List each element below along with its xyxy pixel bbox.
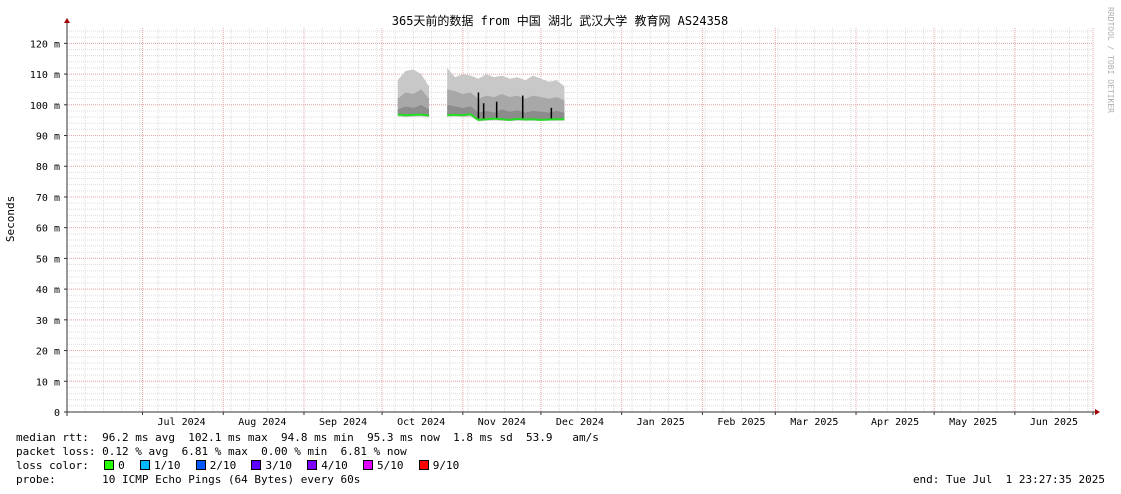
legend-median-row: median rtt: 96.2 ms avg 102.1 ms max 94.… bbox=[16, 431, 599, 445]
y-tick-label: 20 m bbox=[36, 347, 60, 358]
major-grid bbox=[67, 28, 1094, 412]
legend-loss-color-row: loss color: 0 1/10 2/10 3/10 4/10 5/10 9… bbox=[16, 459, 472, 473]
loss-color-swatch bbox=[307, 460, 318, 470]
latency-chart: 365天前的数据 from 中国 湖北 武汉大学 教育网 AS24358 Sec… bbox=[4, 7, 1115, 428]
y-tick-label: 100 m bbox=[30, 101, 60, 112]
y-tick-label: 50 m bbox=[36, 254, 60, 265]
y-tick-label: 90 m bbox=[36, 132, 60, 143]
rtt-distribution-bands bbox=[397, 67, 565, 122]
y-tick-label: 30 m bbox=[36, 316, 60, 327]
x-tick-label: Oct 2024 bbox=[397, 417, 445, 428]
x-tick-label: Jun 2025 bbox=[1030, 417, 1078, 428]
y-tick-label: 120 m bbox=[30, 39, 60, 50]
loss-color-swatch bbox=[362, 460, 373, 470]
y-tick-label: 110 m bbox=[30, 70, 60, 81]
y-tick-label: 40 m bbox=[36, 285, 60, 296]
median-now: 95.3 ms now bbox=[367, 431, 440, 444]
median-amps: 53.9 am/s bbox=[526, 431, 599, 444]
loss-color-items: 0 1/10 2/10 3/10 4/10 5/10 9/10 bbox=[102, 459, 472, 472]
x-tick-label: Sep 2024 bbox=[319, 417, 367, 428]
loss-max: 6.81 % max bbox=[181, 445, 248, 458]
y-axis-label: Seconds bbox=[4, 196, 17, 242]
x-tick-label: Apr 2025 bbox=[871, 417, 919, 428]
loss-color-swatch bbox=[251, 460, 262, 470]
y-tick-label: 70 m bbox=[36, 193, 60, 204]
loss-color-label-item: 2/10 bbox=[209, 459, 250, 472]
legend-loss-row: packet loss: 0.12 % avg 6.81 % max 0.00 … bbox=[16, 445, 407, 459]
loss-color-label-item: 9/10 bbox=[432, 459, 473, 472]
loss-color-swatch bbox=[104, 460, 115, 470]
y-axis-arrow bbox=[64, 18, 70, 23]
watermark: RRDTOOL / TOBI OETIKER bbox=[1106, 7, 1115, 113]
x-axis-arrow bbox=[1095, 409, 1100, 415]
probe-label: probe: bbox=[16, 473, 56, 486]
median-rtt-line bbox=[397, 113, 430, 117]
x-tick-labels: Jul 2024 Aug 2024 Sep 2024 Oct 2024 Nov 2024… bbox=[157, 417, 1078, 428]
loss-color-swatch bbox=[139, 460, 150, 470]
legend-probe-row: probe: 10 ICMP Echo Pings (64 Bytes) eve… bbox=[16, 473, 360, 487]
x-tick-label: Mar 2025 bbox=[790, 417, 838, 428]
probe-value: 10 ICMP Echo Pings (64 Bytes) every 60s bbox=[102, 473, 361, 486]
loss-color-label-item: 5/10 bbox=[376, 459, 417, 472]
loss-color-label-item: 3/10 bbox=[265, 459, 306, 472]
y-tick-label: 0 bbox=[54, 408, 60, 419]
x-tick-label: Jul 2024 bbox=[157, 417, 205, 428]
y-tick-labels: 0 10 m 20 m 30 m 40 m 50 m 60 m 70 m 80 m 90 m 100… bbox=[30, 39, 60, 419]
loss-avg: 0.12 % avg bbox=[102, 445, 169, 458]
y-tick-label: 80 m bbox=[36, 162, 60, 173]
loss-color-label-item: 1/10 bbox=[153, 459, 194, 472]
median-min: 94.8 ms min bbox=[280, 431, 354, 444]
loss-color-label-item: 0 bbox=[118, 459, 138, 472]
loss-color-label: loss color: bbox=[16, 459, 89, 472]
minor-grid bbox=[66, 28, 1093, 412]
loss-color-swatch bbox=[195, 460, 206, 470]
end-timestamp: end: Tue Jul 1 23:27:35 2025 bbox=[912, 473, 1105, 486]
x-tick-label: May 2025 bbox=[949, 417, 997, 428]
loss-now: 6.81 % now bbox=[340, 445, 407, 458]
chart-title: 365天前的数据 from 中国 湖北 武汉大学 教育网 AS24358 bbox=[392, 13, 729, 28]
median-label: median rtt: bbox=[16, 431, 89, 444]
loss-label: packet loss: bbox=[16, 445, 96, 458]
median-max: 102.1 ms max bbox=[188, 431, 268, 444]
median-avg: 96.2 ms avg bbox=[102, 431, 175, 444]
loss-color-swatch bbox=[418, 460, 429, 470]
x-tick-label: Dec 2024 bbox=[556, 417, 604, 428]
x-tick-label: Nov 2024 bbox=[478, 417, 526, 428]
x-tick-label: Aug 2024 bbox=[238, 417, 286, 428]
loss-color-label-item: 4/10 bbox=[321, 459, 361, 472]
y-tick-label: 10 m bbox=[36, 377, 60, 388]
x-tick-label: Feb 2025 bbox=[717, 417, 765, 428]
x-tick-label: Jan 2025 bbox=[637, 417, 685, 428]
median-sd: 1.8 ms sd bbox=[453, 431, 513, 444]
y-tick-label: 60 m bbox=[36, 224, 60, 235]
loss-min: 0.00 % min bbox=[261, 445, 328, 458]
